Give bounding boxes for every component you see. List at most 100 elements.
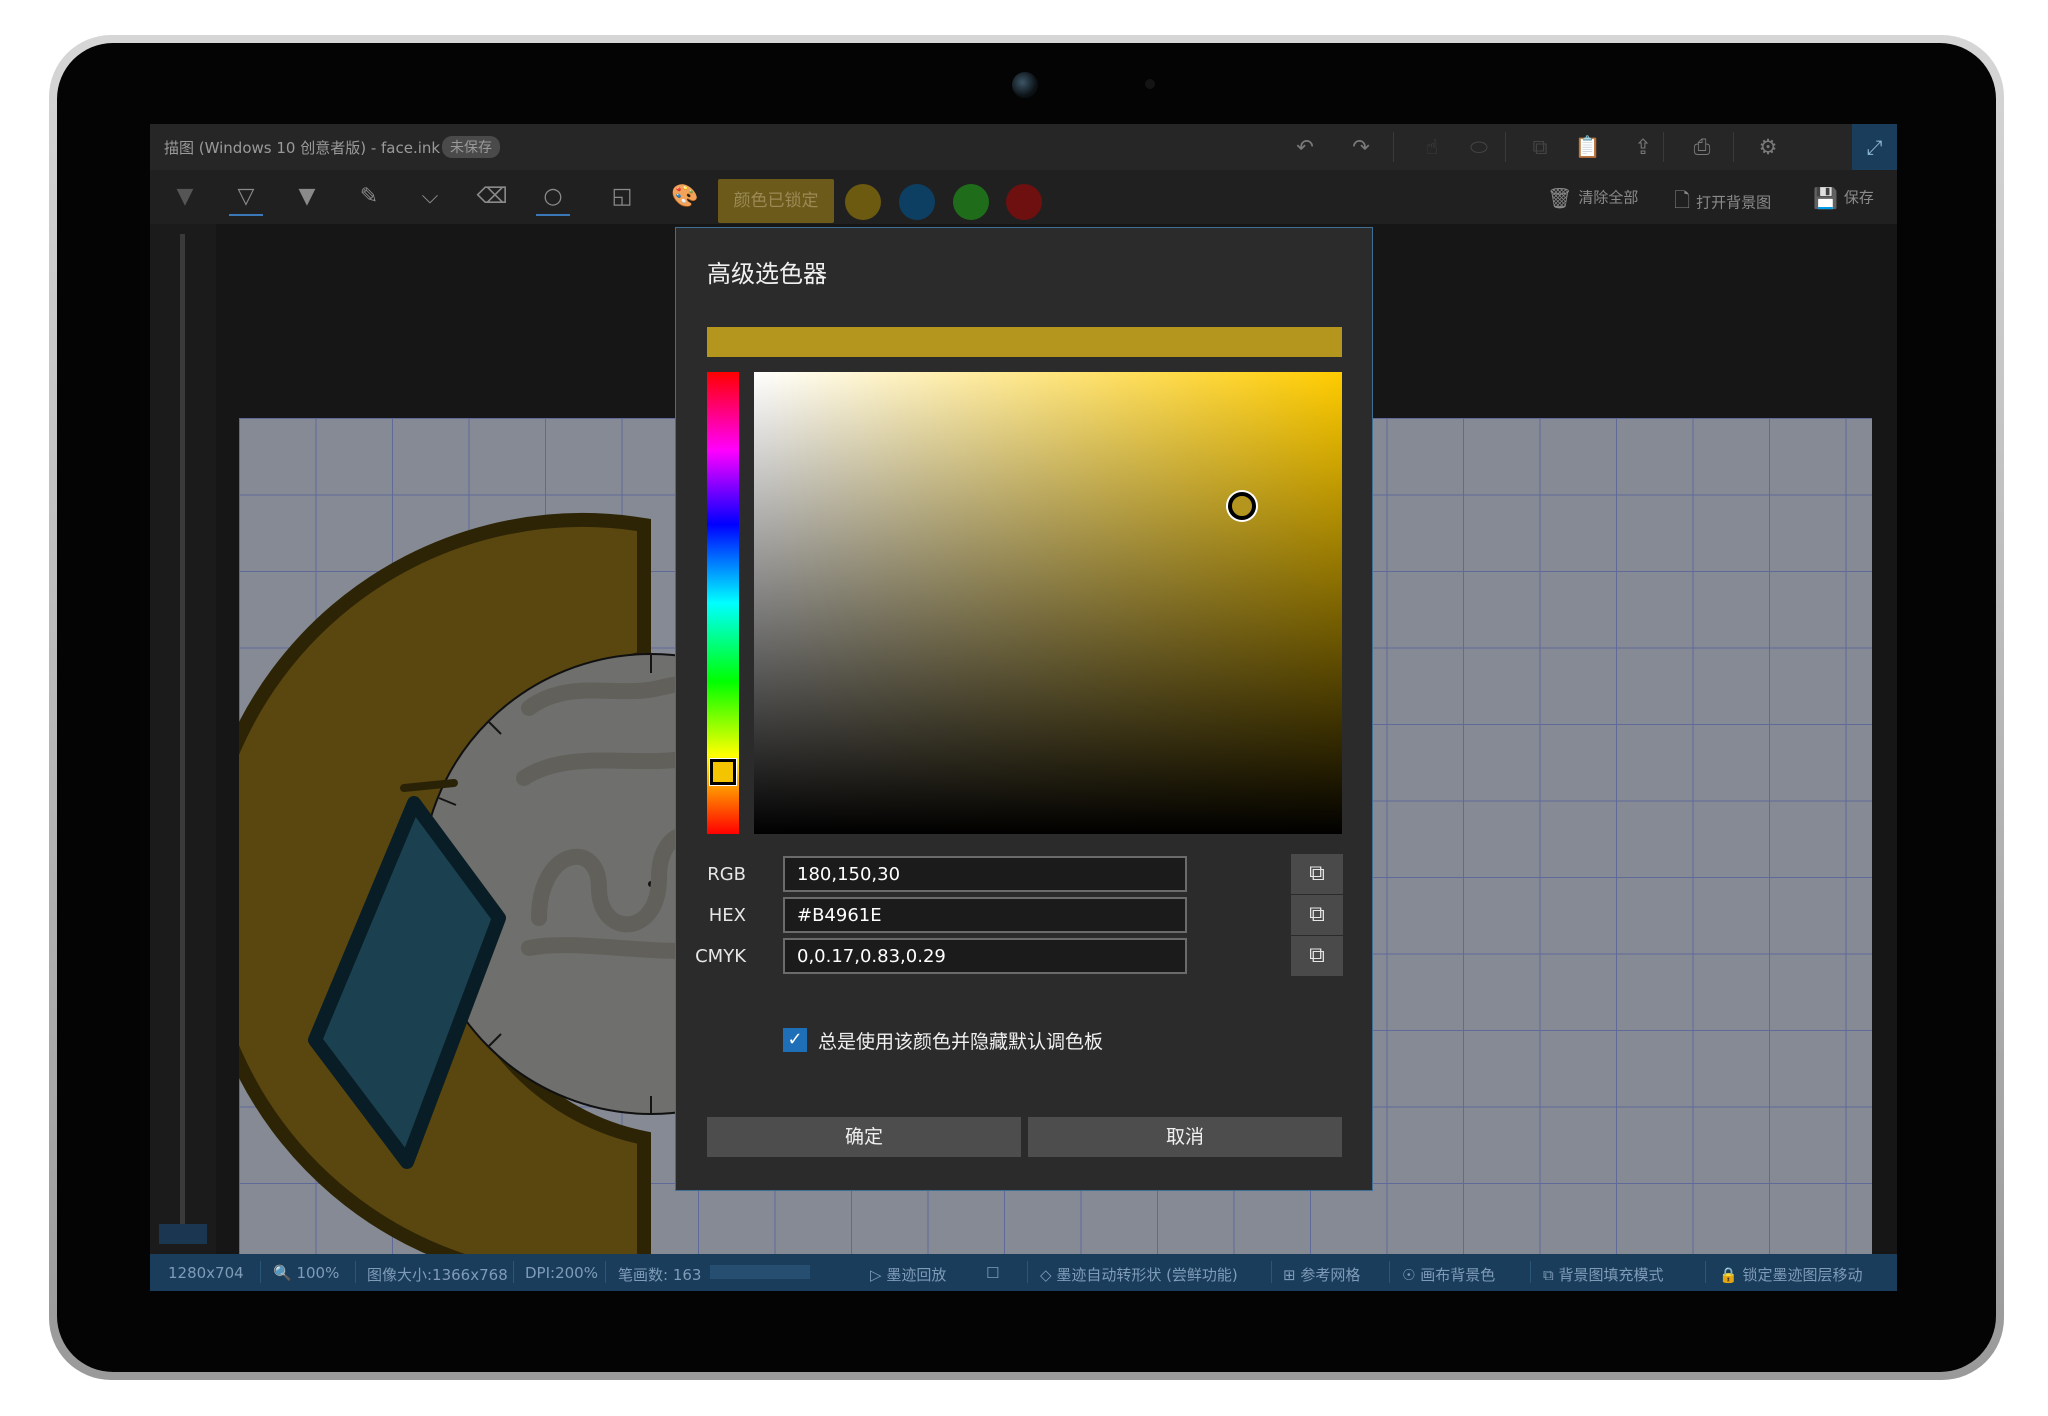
trash-icon: 🗑 [1547, 186, 1573, 210]
save-button[interactable]: 💾 保存 [1813, 186, 1874, 210]
divider [355, 1261, 356, 1283]
open-background-button[interactable]: 🗋 打开背景图 [1674, 186, 1771, 220]
left-panel [150, 224, 216, 1254]
diamond-icon: ◇ [1040, 1266, 1057, 1284]
copy-icon: ⧉ [1309, 861, 1325, 886]
rgb-label: RGB [707, 864, 746, 885]
cancel-button[interactable]: 取消 [1028, 1117, 1342, 1157]
color-swatch-4[interactable] [1006, 184, 1042, 220]
undo-icon[interactable]: ↶ [1291, 133, 1319, 161]
replay-progress [710, 1265, 810, 1279]
stop-icon[interactable]: ☐ [986, 1264, 999, 1282]
camera-icon [1012, 72, 1038, 98]
ruler-icon[interactable]: ◱ [605, 180, 639, 214]
copy-cmyk-button[interactable]: ⧉ [1291, 936, 1343, 976]
auto-shape-label: 墨迹自动转形状 (尝鲜功能) [1056, 1266, 1238, 1284]
always-use-checkbox[interactable]: ✓ [783, 1028, 807, 1052]
zoom-level[interactable]: 🔍 100% [273, 1264, 339, 1282]
highlighter-icon[interactable]: ⌵ [413, 180, 447, 214]
color-picker-handle[interactable] [1228, 491, 1257, 520]
always-use-label: 总是使用该颜色并隐藏默认调色板 [818, 1031, 1104, 1053]
play-icon: ▷ [870, 1266, 887, 1284]
auto-shape-toggle[interactable]: ◇ 墨迹自动转形状 (尝鲜功能) [1040, 1264, 1238, 1285]
value-gradient [754, 372, 1342, 834]
lock-ink-layer-toggle[interactable]: 🔒 锁定墨迹图层移动 [1719, 1264, 1862, 1285]
color-swatch-1[interactable] [845, 184, 881, 220]
fullscreen-icon[interactable]: ⤢ [1852, 124, 1897, 170]
hue-slider-handle[interactable] [710, 759, 736, 786]
zoom-icon: 🔍 [273, 1264, 297, 1282]
dpi: DPI:200% [525, 1264, 598, 1282]
ballpoint-pen-icon[interactable]: ▽ [229, 180, 263, 216]
size-slider-thumb[interactable] [159, 1224, 207, 1244]
redo-icon[interactable]: ↷ [1347, 133, 1375, 161]
saturation-value-picker[interactable] [754, 372, 1342, 834]
divider [1705, 1261, 1706, 1283]
lock-icon: 🔒 [1719, 1266, 1743, 1284]
window-title: 描图 (Windows 10 创意者版) - face.ink [164, 139, 441, 157]
checkmark-icon: ✓ [787, 1029, 803, 1050]
paste-icon[interactable]: 📋 [1574, 133, 1602, 161]
hex-label: HEX [708, 905, 746, 926]
grid-icon: ⊞ [1283, 1266, 1301, 1284]
zoom-value: 100% [296, 1264, 340, 1282]
divider [1271, 1261, 1272, 1283]
print-icon[interactable]: ⎙ [1688, 133, 1716, 161]
unsaved-badge: 未保存 [442, 136, 500, 158]
copy-icon: ⧉ [1309, 943, 1325, 968]
pen-icon[interactable]: ▼ [290, 180, 324, 214]
copy-hex-button[interactable]: ⧉ [1291, 895, 1343, 935]
size-slider-track[interactable] [180, 234, 185, 1224]
cmyk-input[interactable] [783, 938, 1187, 974]
save-label: 保存 [1843, 188, 1874, 207]
divider [513, 1261, 514, 1283]
share-icon[interactable]: ⇪ [1629, 133, 1657, 161]
rgb-input[interactable] [783, 856, 1187, 892]
status-bar: 1280x704 🔍 100% 图像大小:1366x768 DPI:200% 笔… [150, 1254, 1897, 1291]
open-background-label: 打开背景图 [1696, 193, 1772, 212]
copy-icon[interactable]: ⧉ [1526, 133, 1554, 161]
divider [1027, 1261, 1028, 1283]
color-swatch-2[interactable] [899, 184, 935, 220]
title-bar: 描图 (Windows 10 创意者版) - face.ink 未保存 ↶ ↷ … [150, 124, 1897, 170]
ink-replay-button[interactable]: ▷ 墨迹回放 [870, 1264, 946, 1285]
divider [260, 1261, 261, 1283]
canvas-size: 1280x704 [168, 1264, 244, 1282]
divider [1530, 1261, 1531, 1283]
copy-rgb-button[interactable]: ⧉ [1291, 854, 1343, 894]
mouse-icon[interactable]: ⬭ [1465, 133, 1493, 161]
lock-ink-layer-label: 锁定墨迹图层移动 [1742, 1266, 1863, 1284]
collapse-arrow-icon[interactable]: ▼ [168, 180, 202, 214]
cmyk-label: CMYK [695, 946, 746, 967]
reference-grid-label: 参考网格 [1300, 1266, 1361, 1284]
file-icon: 🗋 [1674, 188, 1691, 212]
divider [1505, 132, 1506, 162]
divider [605, 1261, 606, 1283]
image-size: 图像大小:1366x768 [367, 1266, 508, 1284]
gear-icon[interactable]: ⚙ [1754, 133, 1782, 161]
save-icon: 💾 [1813, 186, 1838, 210]
clear-all-label: 清除全部 [1578, 188, 1639, 207]
color-preview-bar [707, 327, 1342, 357]
shape-circle-icon[interactable]: ○ [536, 180, 570, 216]
clear-all-button[interactable]: 🗑 清除全部 [1547, 186, 1638, 210]
bg-fill-mode-label: 背景图填充模式 [1558, 1266, 1664, 1284]
hue-slider[interactable] [707, 372, 739, 834]
divider [1733, 132, 1734, 162]
pencil-icon[interactable]: ✎ [352, 180, 386, 214]
divider [1393, 132, 1394, 162]
canvas-bg-color-button[interactable]: ☉ 画布背景色 [1402, 1264, 1495, 1285]
reference-grid-toggle[interactable]: ⊞ 参考网格 [1283, 1264, 1360, 1285]
canvas-bg-color-label: 画布背景色 [1420, 1266, 1496, 1284]
eraser-icon[interactable]: ⌫ [475, 180, 509, 214]
palette-icon[interactable]: 🎨 [668, 180, 702, 214]
ok-button[interactable]: 确定 [707, 1117, 1021, 1157]
color-locked-button[interactable]: 颜色已锁定 [718, 179, 834, 223]
palette-icon: ☉ [1402, 1266, 1421, 1284]
toolbar: ▼ ▽ ▼ ✎ ⌵ ⌫ ○ ◱ 🎨 颜色已锁定 🗑 清除全部 🗋 打开背景图 💾 保存 [150, 170, 1897, 224]
color-swatch-3[interactable] [953, 184, 989, 220]
sensor-dot [1145, 79, 1155, 89]
bg-fill-mode-button[interactable]: ⧉ 背景图填充模式 [1543, 1264, 1664, 1285]
touch-icon[interactable]: ☝ [1418, 133, 1446, 161]
hex-input[interactable] [783, 897, 1187, 933]
